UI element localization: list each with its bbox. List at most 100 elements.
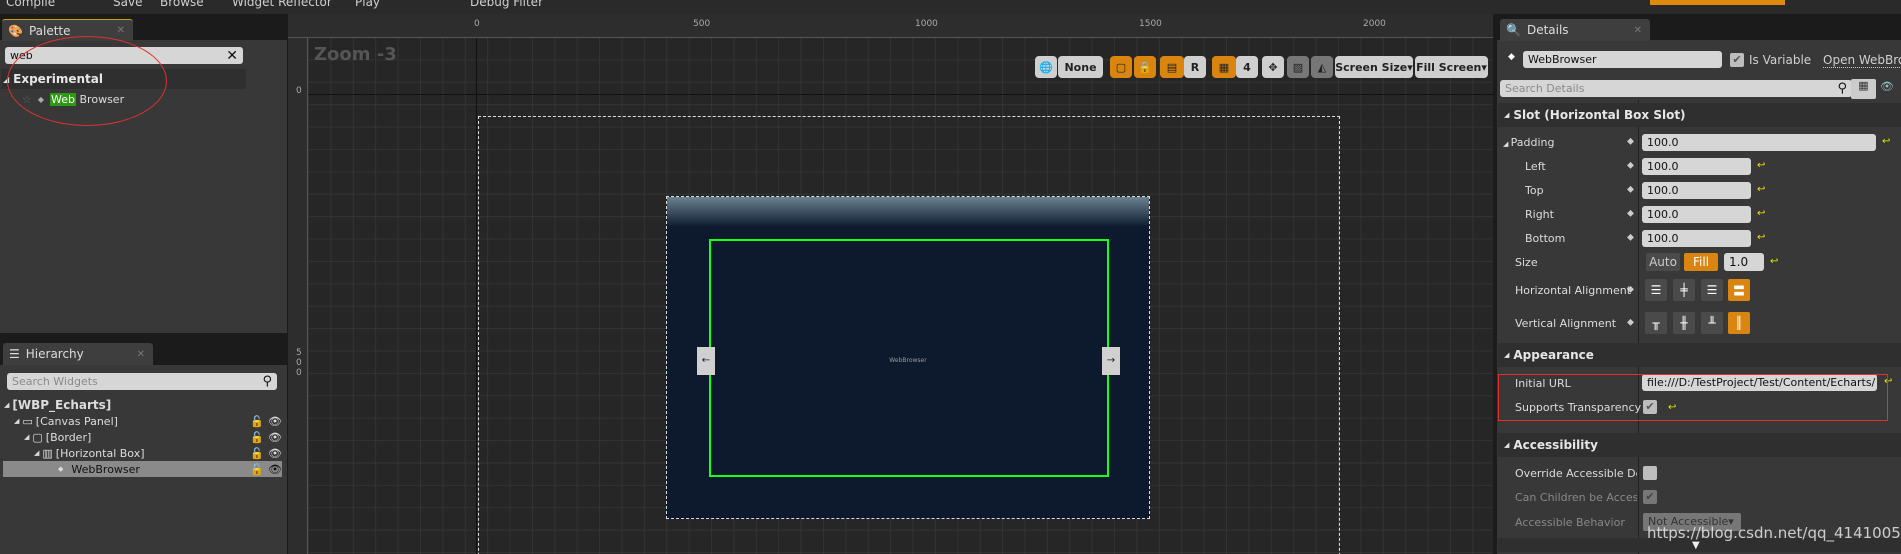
reset-arrow-icon[interactable]: ↩ [1757, 232, 1765, 243]
widget-dot-icon: ◆ [1508, 52, 1515, 62]
clear-search-icon[interactable]: ✕ [226, 48, 238, 64]
expand-arrow-icon: ◢ [14, 417, 20, 425]
lock-icon[interactable]: 🔓 [250, 415, 264, 428]
align-center-icon[interactable]: ╪ [1673, 279, 1695, 301]
horizontal-box-icon: ▥ [42, 446, 53, 460]
align-middle-icon[interactable]: ╫ [1673, 312, 1695, 334]
background-image-icon[interactable]: ▨ [1287, 56, 1309, 78]
padding-right-input[interactable]: 100.0 [1642, 206, 1751, 223]
lock-icon[interactable]: 🔓 [250, 463, 264, 476]
padding-input[interactable]: 100.0 [1642, 134, 1876, 151]
close-icon[interactable]: ✕ [1634, 25, 1642, 36]
save-button[interactable]: Save [113, 0, 142, 9]
main-toolbar: Compile Save Browse Widget Reflector Pla… [0, 0, 1901, 14]
section-slot[interactable]: ◢ Slot (Horizontal Box Slot) [1498, 103, 1901, 127]
align-fill-horizontal-icon[interactable]: 〓 [1728, 279, 1750, 301]
property-matrix-icon[interactable]: ▦ [1851, 79, 1876, 99]
lock-toggle-icon[interactable]: 🔒 [1134, 56, 1156, 78]
align-right-icon[interactable]: ☰ [1701, 279, 1723, 301]
tab-details[interactable]: 🔍 Details ✕ [1500, 19, 1650, 41]
localization-dropdown[interactable]: None [1058, 56, 1103, 78]
bind-icon[interactable]: ⬥ [1627, 284, 1634, 295]
padding-left-input[interactable]: 100.0 [1642, 158, 1751, 175]
size-auto-button[interactable]: Auto [1646, 253, 1680, 271]
reset-arrow-icon[interactable]: ↩ [1757, 184, 1765, 195]
align-top-icon[interactable]: ╥ [1645, 312, 1667, 334]
respect-locks-icon[interactable]: ▤ [1160, 56, 1184, 78]
transform-icon[interactable]: ✥ [1262, 56, 1284, 78]
reset-arrow-icon[interactable]: ↩ [1757, 160, 1765, 171]
padding-bottom-label: Bottom [1525, 232, 1566, 245]
close-icon[interactable]: ✕ [117, 25, 125, 36]
localization-globe-icon[interactable]: 🌐 [1035, 56, 1057, 78]
section-accessibility[interactable]: ◢ Accessibility [1498, 433, 1901, 457]
fill-screen-dropdown[interactable]: Fill Screen ▾ [1415, 56, 1488, 78]
children-accessible-label: Can Children be Accessib [1515, 491, 1637, 504]
eye-icon[interactable]: 👁 [268, 415, 282, 428]
play-button[interactable]: Play [355, 0, 380, 9]
override-accessible-checkbox[interactable] [1643, 466, 1657, 480]
move-right-arrow-icon[interactable]: → [1102, 347, 1120, 375]
details-icon: 🔍 [1506, 23, 1521, 37]
grid-snap-value[interactable]: 4 [1236, 56, 1258, 78]
watermark: https://blog.csdn.net/qq_41410054 [1647, 524, 1901, 542]
reset-arrow-icon[interactable]: ↩ [1770, 256, 1778, 267]
orange-toolbar-button[interactable] [1650, 0, 1785, 5]
eye-icon[interactable]: 👁 [268, 447, 282, 460]
search-icon: ⚲ [262, 374, 272, 389]
move-left-arrow-icon[interactable]: ← [697, 347, 715, 375]
padding-bottom-input[interactable]: 100.0 [1642, 230, 1751, 247]
flip-icon[interactable]: ◭ [1311, 56, 1333, 78]
annotation-rectangle [1498, 374, 1888, 421]
align-left-icon[interactable]: ☰ [1645, 279, 1667, 301]
compile-button[interactable]: Compile [6, 0, 55, 9]
column-splitter[interactable] [1638, 100, 1639, 554]
tree-item-canvas-panel[interactable]: ◢ ▭ [Canvas Panel] 🔓 👁 [14, 413, 282, 429]
eye-icon[interactable]: 👁 [268, 463, 282, 476]
padding-top-label: Top [1525, 184, 1544, 197]
border-widget[interactable]: WebBrowser ← → [666, 196, 1150, 519]
lock-icon[interactable]: 🔓 [250, 447, 264, 460]
tree-item-horizontal-box[interactable]: ◢ ▥ [Horizontal Box] 🔓 👁 [34, 445, 282, 461]
lock-icon[interactable]: 🔓 [250, 431, 264, 444]
browse-button[interactable]: Browse [160, 0, 204, 9]
search-icon: ⚲ [1837, 81, 1847, 96]
size-label: Size [1515, 256, 1538, 269]
bind-icon[interactable]: ⬥ [1627, 232, 1634, 243]
screen-size-dropdown[interactable]: Screen Size ▾ [1335, 56, 1413, 78]
widget-reflector-button[interactable]: Widget Reflector [232, 0, 332, 9]
size-value-input[interactable]: 1.0 [1724, 253, 1764, 271]
close-icon[interactable]: ✕ [137, 349, 145, 360]
bind-icon[interactable]: ⬥ [1627, 184, 1634, 195]
bind-icon[interactable]: ⬥ [1627, 208, 1634, 219]
bind-icon[interactable]: ⬥ [1627, 136, 1634, 147]
hierarchy-search-input[interactable]: Search Widgets ⚲ [7, 373, 277, 390]
designer-canvas[interactable]: 0 500 1000 1500 2000 0 5 0 0 1 Zoom -3 W… [288, 14, 1493, 554]
outline-toggle-icon[interactable]: ▢ [1110, 56, 1132, 78]
tab-hierarchy[interactable]: ☰ Hierarchy ✕ [3, 343, 153, 365]
eye-icon[interactable]: 👁 [268, 431, 282, 444]
override-accessible-label: Override Accessible Defa [1515, 467, 1637, 480]
visibility-eye-icon[interactable]: 👁 [1880, 80, 1894, 93]
section-appearance[interactable]: ◢ Appearance [1498, 343, 1901, 367]
bind-icon[interactable]: ⬥ [1627, 160, 1634, 171]
padding-top-input[interactable]: 100.0 [1642, 182, 1751, 199]
r-toggle[interactable]: R [1184, 56, 1206, 78]
bind-icon[interactable]: ⬥ [1627, 317, 1634, 328]
grid-snap-icon[interactable]: ▦ [1212, 56, 1236, 78]
size-fill-button[interactable]: Fill [1684, 253, 1718, 271]
reset-arrow-icon[interactable]: ↩ [1757, 208, 1765, 219]
debug-filter[interactable]: Debug Filter [470, 0, 543, 9]
align-bottom-icon[interactable]: ╨ [1701, 312, 1723, 334]
widget-name-input[interactable]: WebBrowser [1523, 51, 1722, 68]
is-variable-checkbox[interactable]: ✔ [1730, 53, 1744, 67]
tree-item-border[interactable]: ◢ ▢ [Border] 🔓 👁 [24, 429, 282, 445]
align-fill-vertical-icon[interactable]: ║ [1728, 312, 1750, 334]
tree-item-webbrowser[interactable]: ◆ WebBrowser 🔓 👁 [3, 461, 282, 477]
reset-arrow-icon[interactable]: ↩ [1882, 136, 1890, 147]
details-search-input[interactable]: Search Details ⚲ [1500, 80, 1852, 97]
open-webbrowser-link[interactable]: Open WebBrowser [1823, 53, 1901, 68]
expand-arrow-icon: ◢ [1504, 351, 1510, 359]
tree-item-root[interactable]: ◢ [WBP_Echarts] [4, 397, 111, 413]
origin-line-h [308, 94, 1493, 95]
